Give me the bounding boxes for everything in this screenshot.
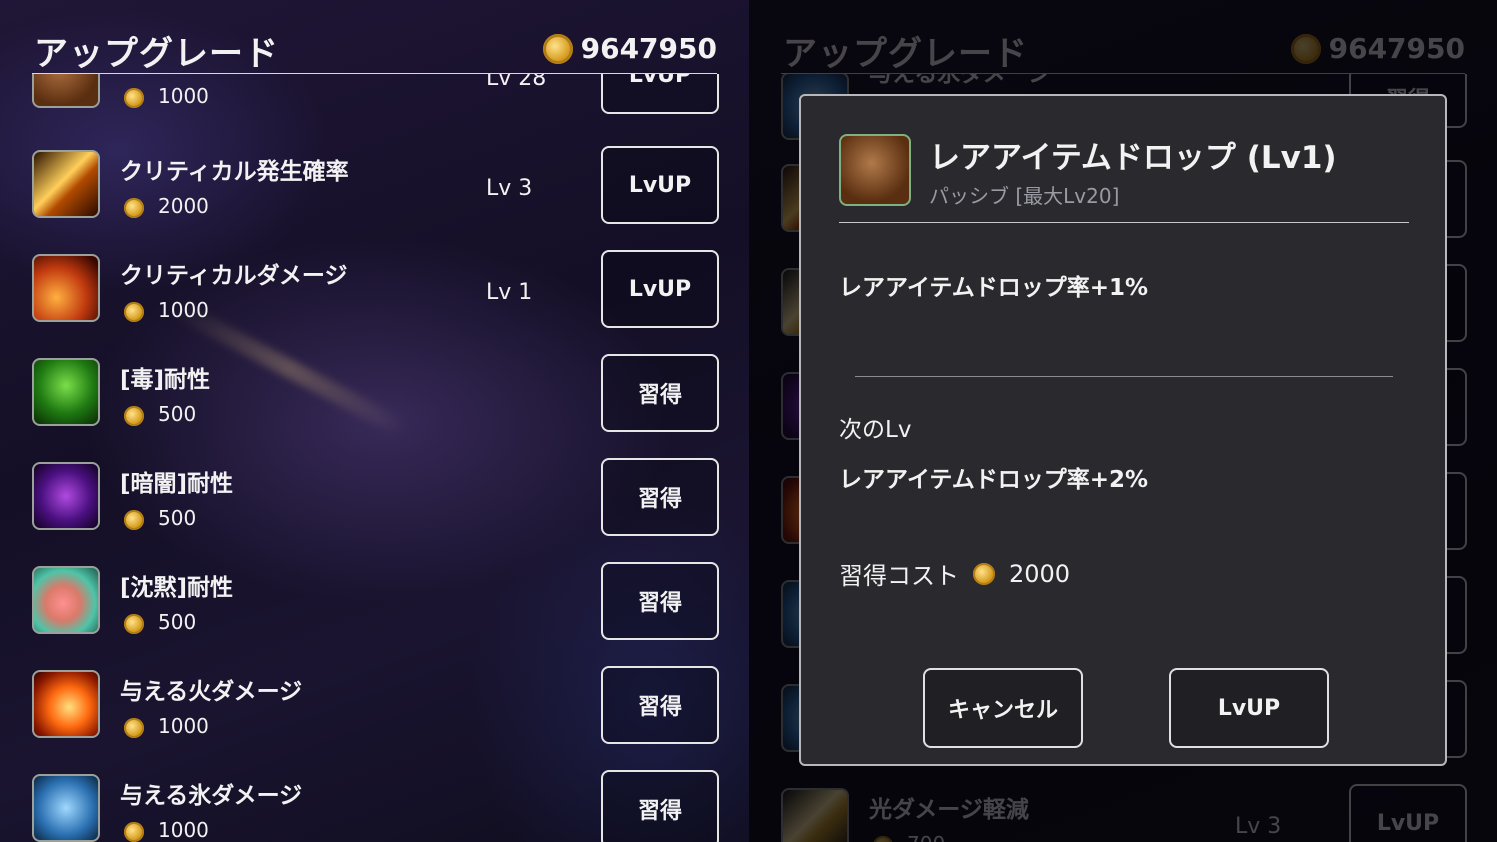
skill-row-6: 与える火ダメージ 1000 習得 <box>32 666 719 750</box>
coin-icon <box>124 87 144 108</box>
skill-cost: 1000 <box>124 298 209 322</box>
cost-value: 2000 <box>1009 559 1071 588</box>
coin-icon <box>124 405 144 426</box>
skill-cost: 500 <box>124 610 196 634</box>
dialog-divider <box>855 376 1393 377</box>
upgrade-screen-left: アップグレード 9647950 1000 Lv 28 LvUP クリティカル発生… <box>0 0 749 842</box>
skill-name: [沈黙]耐性 <box>120 575 234 601</box>
coin-icon <box>124 717 144 738</box>
learn-button[interactable]: 習得 <box>601 562 719 640</box>
skill-cost: 1000 <box>124 84 209 108</box>
gold-amount: 9647950 <box>580 32 717 65</box>
skill-row-7: 与える氷ダメージ 1000 習得 <box>32 770 719 842</box>
coin-icon <box>542 33 573 64</box>
skill-level: Lv 1 <box>486 280 533 305</box>
coin-icon <box>124 821 144 842</box>
fire-damage-icon <box>32 670 100 738</box>
skill-name: クリティカルダメージ <box>120 263 348 289</box>
skill-row-1: クリティカル発生確率 2000 Lv 3 LvUP <box>32 146 719 230</box>
skill-name: クリティカル発生確率 <box>120 159 349 185</box>
skill-cost: 2000 <box>124 194 209 218</box>
skill-name: 与える火ダメージ <box>120 679 303 705</box>
learn-button[interactable]: 習得 <box>601 354 719 432</box>
coin-icon <box>124 613 144 634</box>
dialog-divider <box>839 222 1409 223</box>
skill-cost: 500 <box>124 402 196 426</box>
upgrade-screen-right: アップグレード 9647950 与える氷ダメージ 習得 光ダメージ軽減 700 … <box>749 0 1497 842</box>
brown-item-icon <box>32 74 100 108</box>
gold-display: 9647950 <box>542 32 717 65</box>
dialog-title: レアアイテムドロップ (Lv1) <box>929 140 1337 176</box>
learn-button[interactable]: 習得 <box>601 666 719 744</box>
skill-list[interactable]: 1000 Lv 28 LvUP クリティカル発生確率 2000 Lv 3 LvU… <box>0 74 749 842</box>
skill-row-0: 1000 Lv 28 LvUP <box>32 74 719 120</box>
skill-cost: 1000 <box>124 714 209 738</box>
coin-icon <box>973 562 995 585</box>
skill-name: [暗闇]耐性 <box>120 471 234 497</box>
lvup-button[interactable]: LvUP <box>601 250 719 328</box>
skill-cost: 1000 <box>124 818 209 842</box>
lvup-button[interactable]: LvUP <box>601 146 719 224</box>
confirm-lvup-button[interactable]: LvUP <box>1169 668 1329 748</box>
critical-damage-icon <box>32 254 100 322</box>
next-effect: レアアイテムドロップ率+2% <box>839 467 1149 493</box>
page-title: アップグレード <box>34 34 279 74</box>
learn-button[interactable]: 習得 <box>601 770 719 842</box>
critical-rate-icon <box>32 150 100 218</box>
darkness-resist-icon <box>32 462 100 530</box>
rare-item-drop-icon <box>839 134 911 206</box>
silence-resist-icon <box>32 566 100 634</box>
learn-cost: 習得コスト 2000 <box>839 556 1070 591</box>
skill-cost: 500 <box>124 506 196 530</box>
coin-icon <box>124 301 144 322</box>
current-effect: レアアイテムドロップ率+1% <box>839 275 1149 301</box>
skill-row-3: [毒]耐性 500 習得 <box>32 354 719 438</box>
skill-name: [毒]耐性 <box>120 367 211 393</box>
next-level-label: 次のLv <box>839 417 912 443</box>
skill-name: 与える氷ダメージ <box>120 783 303 809</box>
skill-level: Lv 3 <box>486 176 533 201</box>
coin-icon <box>124 197 144 218</box>
cancel-button[interactable]: キャンセル <box>923 668 1083 748</box>
skill-row-4: [暗闇]耐性 500 習得 <box>32 458 719 542</box>
ice-damage-icon <box>32 774 100 842</box>
dialog-subtitle: パッシブ [最大Lv20] <box>929 184 1120 208</box>
learn-button[interactable]: 習得 <box>601 458 719 536</box>
cost-label: 習得コスト <box>839 562 959 590</box>
skill-level: Lv 28 <box>486 74 547 91</box>
skill-row-2: クリティカルダメージ 1000 Lv 1 LvUP <box>32 250 719 334</box>
lvup-button[interactable]: LvUP <box>601 74 719 114</box>
skill-row-5: [沈黙]耐性 500 習得 <box>32 562 719 646</box>
skill-detail-dialog: レアアイテムドロップ (Lv1) パッシブ [最大Lv20] レアアイテムドロッ… <box>799 94 1447 766</box>
poison-resist-icon <box>32 358 100 426</box>
coin-icon <box>124 509 144 530</box>
